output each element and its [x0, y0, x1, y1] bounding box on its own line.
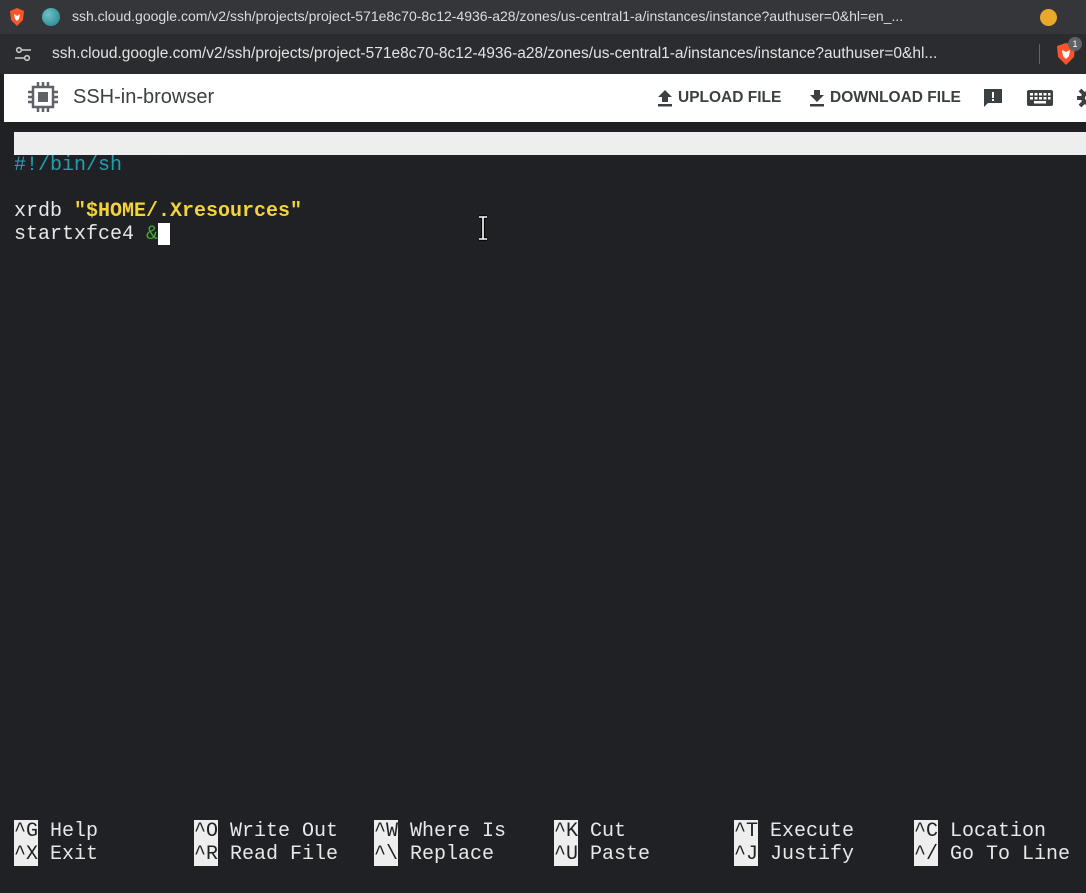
gear-icon[interactable] [1076, 86, 1086, 110]
nano-filename: /home/kgarg0304/.vnc/xstartup * [410, 178, 783, 201]
text-cursor-icon [479, 215, 487, 241]
ssh-app-bar: SSH-in-browser UPLOAD FILE DOWNLOAD FILE [4, 74, 1086, 123]
upload-file-label: UPLOAD FILE [678, 89, 782, 106]
download-icon [810, 90, 824, 107]
app-title: SSH-in-browser [73, 86, 215, 108]
chip-icon [28, 82, 58, 112]
shortcut-location: ^C Location [914, 820, 1047, 843]
download-file-label: DOWNLOAD FILE [830, 89, 961, 106]
code-command: xrdb [14, 200, 75, 223]
feedback-icon[interactable] [981, 86, 1005, 110]
keyboard-icon[interactable] [1026, 86, 1054, 110]
text-cursor [158, 223, 171, 245]
upload-file-button[interactable]: UPLOAD FILE [656, 86, 781, 110]
window-title-bar: ssh.cloud.google.com/v2/ssh/projects/pro… [0, 0, 1086, 34]
shortcut-read-file: ^R Read File [194, 843, 339, 866]
shortcut-paste: ^U Paste [554, 843, 651, 866]
code-line-1: #!/bin/sh [14, 154, 123, 177]
download-file-button[interactable]: DOWNLOAD FILE [808, 86, 961, 110]
extension-icon[interactable] [1040, 9, 1057, 26]
url-field[interactable]: ssh.cloud.google.com/v2/ssh/projects/pro… [52, 45, 1022, 63]
shield-count-badge: 1 [1068, 37, 1082, 51]
code-line-3: xrdb "$HOME/.Xresources" [14, 200, 302, 223]
tune-icon[interactable] [14, 45, 32, 63]
brave-lion-icon [10, 8, 24, 26]
upload-icon [658, 90, 672, 107]
window-title: ssh.cloud.google.com/v2/ssh/projects/pro… [72, 8, 904, 24]
code-line-4: startxfce4 & [14, 223, 171, 246]
shortcut-replace: ^\ Replace [374, 843, 495, 866]
shortcut-help: ^G Help [14, 820, 99, 843]
code-operator: & [146, 223, 159, 246]
shortcut-where-is: ^W Where Is [374, 820, 507, 843]
shortcut-cut: ^K Cut [554, 820, 627, 843]
shortcut-justify: ^J Justify [734, 843, 855, 866]
shortcut-go-to-line: ^/ Go To Line [914, 843, 1071, 866]
shortcut-write-out: ^O Write Out [194, 820, 339, 843]
nano-header-bar: GNU nano 7.2 /home/kgarg0304/.vnc/xstart… [14, 132, 1086, 201]
code-string: "$HOME/.Xresources" [74, 200, 303, 223]
globe-icon [42, 8, 60, 26]
divider [1039, 44, 1040, 64]
shortcut-exit: ^X Exit [14, 843, 99, 866]
shortcut-execute: ^T Execute [734, 820, 855, 843]
address-bar: ssh.cloud.google.com/v2/ssh/projects/pro… [0, 34, 1086, 74]
terminal[interactable]: GNU nano 7.2 /home/kgarg0304/.vnc/xstart… [4, 122, 1086, 888]
code-command: startxfce4 [14, 223, 147, 246]
